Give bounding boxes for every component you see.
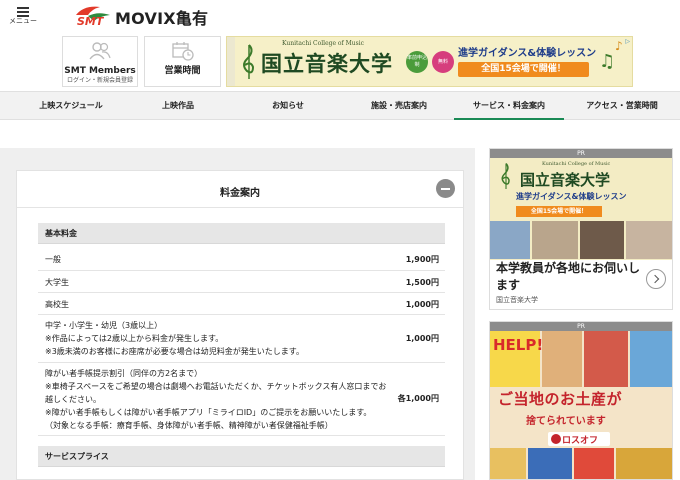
ad-package-image [528, 448, 572, 479]
nav-item-service-price[interactable]: サービス・料金案内 [454, 92, 564, 120]
price-row-value: 1,000円 [405, 300, 439, 309]
ad-photo-students [532, 221, 578, 259]
ad-photo-piano [580, 221, 624, 259]
site-title[interactable]: MOVIX亀有 [115, 5, 208, 29]
price-row: 大学生 1,500円 [38, 271, 445, 293]
ad-badge-free: 無料 [432, 51, 454, 73]
ad-photo-building [490, 221, 530, 259]
price-row-label: 高校生 [45, 300, 69, 309]
menu-label: メニュー [9, 17, 37, 25]
price-row: 障がい者手帳提示割引（同伴の方2名まで） ※車椅子スペースをご希望の場合は劇場へ… [38, 363, 445, 436]
svg-text:SMT: SMT [77, 15, 105, 28]
ad-headline: ご当地のお土産が [498, 390, 623, 408]
ad-university-name: 国立音楽大学 [520, 171, 611, 189]
music-note-icon: ♪ [615, 39, 623, 53]
price-row-value: 1,000円 [405, 334, 439, 343]
ad-subheadline: 捨てられています [526, 416, 606, 427]
price-row-label: 大学生 [45, 278, 69, 287]
ad-brand-logo: ロスオフ [548, 432, 610, 446]
price-row-value: 1,500円 [405, 278, 439, 287]
ad-college-en: Kunitachi College of Music [282, 40, 365, 47]
calendar-clock-icon [171, 42, 194, 61]
menu-button[interactable]: メニュー [8, 4, 38, 30]
collapse-minus-icon[interactable] [436, 179, 455, 198]
ad-info-icon[interactable]: ▷ [625, 38, 630, 45]
site-header: メニュー SMT MOVIX亀有 [0, 0, 680, 34]
music-note-icon: ♫ [599, 51, 616, 72]
ad-pr-strip [227, 37, 235, 86]
nav-item-facilities[interactable]: 施設・売店案内 [344, 92, 454, 120]
ad-badge-reservation: 率前申込制 [406, 51, 428, 73]
section-basic-price: 基本料金 [38, 223, 445, 244]
members-subtitle: ログイン・新規会員登録 [66, 77, 133, 84]
price-row-label: 障がい者手帳提示割引（同伴の方2名まで） ※車椅子スペースをご希望の場合は劇場へ… [45, 369, 387, 430]
ad-venues-text: 全国15会場で開催！ [516, 206, 602, 217]
chevron-right-icon[interactable] [646, 269, 666, 289]
ad-pr-label: PR [490, 149, 672, 158]
ad-university-name: 国立音楽大学 [261, 51, 393, 76]
ad-pr-label: PR [490, 322, 672, 331]
ad-package-image [574, 448, 614, 479]
side-ad-souvenir[interactable]: PR HELP! ご当地のお土産が 捨てられています ロスオフ [489, 321, 673, 480]
price-row: 中学・小学生・幼児（3歳以上） ※作品によっては2歳以上から料金が発生します。 … [38, 315, 445, 363]
ad-package-image [490, 448, 526, 479]
smt-members-box[interactable]: SMT Members ログイン・新規会員登録 [62, 36, 138, 87]
business-hours-box[interactable]: 営業時間 [144, 36, 221, 87]
price-panel-title: 料金案内 [220, 188, 260, 199]
section-service-price: サービスプライス [38, 446, 445, 467]
price-panel-header[interactable]: 料金案内 [17, 171, 463, 208]
ad-artwork: Kunitachi College of Music 国立音楽大学 進学ガイダン… [490, 158, 672, 260]
side-ad-music-college[interactable]: PR Kunitachi College of Music 国立音楽大学 進学ガ… [489, 148, 673, 310]
ad-headline: 本学教員が各地にお伺いします [496, 261, 641, 292]
price-row-label: 一般 [45, 255, 61, 264]
ad-venues-text: 全国15会場で開催！ [458, 62, 589, 77]
people-icon [89, 42, 111, 60]
ad-guidance-text: 進学ガイダンス&体験レッスン [516, 192, 627, 201]
price-row-value: 各1,000円 [397, 394, 439, 403]
ad-brand-name: ロスオフ [562, 436, 599, 446]
hamburger-icon [17, 7, 29, 17]
business-hours-title: 営業時間 [164, 66, 201, 76]
top-banner-ad[interactable]: Kunitachi College of Music 国立音楽大学 率前申込制 … [226, 36, 633, 87]
ad-guidance-text: 進学ガイダンス&体験レッスン [458, 48, 597, 59]
treble-clef-icon [501, 162, 510, 189]
nav-item-news[interactable]: お知らせ [232, 92, 344, 120]
page: メニュー SMT MOVIX亀有 SMT Members ログイン・新規会員登録 [0, 0, 680, 480]
ad-package-image [616, 448, 672, 479]
price-row: 高校生 1,000円 [38, 293, 445, 315]
smt-logo[interactable]: SMT [74, 3, 112, 29]
ad-help-text: HELP! [493, 336, 544, 354]
price-row: 一般 1,900円 [38, 246, 445, 271]
nav-item-movies[interactable]: 上映作品 [124, 92, 232, 120]
brand-mark-icon [551, 434, 561, 444]
main-nav: 上映スケジュール 上映作品 お知らせ 施設・売店案内 サービス・料金案内 アクセ… [0, 91, 680, 120]
price-row-value: 1,900円 [405, 255, 439, 264]
nav-item-schedule[interactable]: 上映スケジュール [18, 92, 124, 120]
ad-advertiser: 国立音楽大学 [496, 296, 538, 304]
nav-item-access[interactable]: アクセス・営業時間 [564, 92, 680, 120]
members-title: SMT Members [64, 66, 136, 76]
ad-college-en: Kunitachi College of Music [542, 161, 611, 167]
ad-photo-lesson [626, 221, 672, 259]
treble-clef-icon [243, 44, 255, 79]
price-row-label: 中学・小学生・幼児（3歳以上） ※作品によっては2歳以上から料金が発生します。 … [45, 321, 304, 356]
